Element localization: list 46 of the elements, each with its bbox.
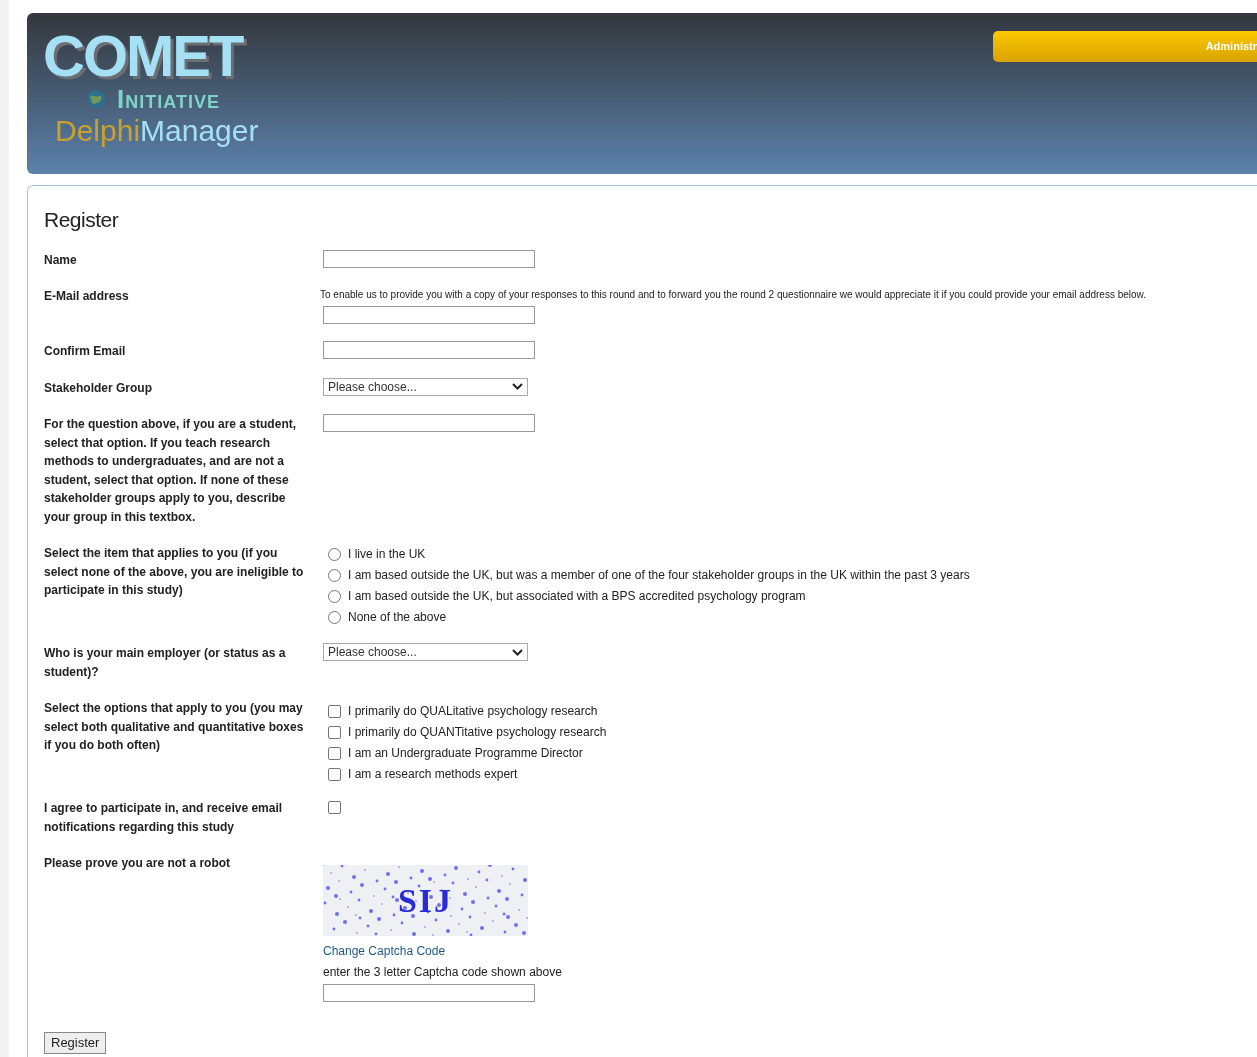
field-label: Please prove you are not a robot (44, 855, 232, 872)
field-label: Select the options that apply to you (you may select both qualitative and quantitative boxes if you do both often) (44, 700, 305, 754)
dropdown[interactable]: Please choose... (323, 643, 528, 661)
field-label: Stakeholder Group (44, 379, 154, 397)
chevron-down-icon (512, 648, 523, 656)
radio-button[interactable] (328, 589, 341, 603)
field-label: I agree to participate in, and receive email notifications regarding this study (44, 800, 284, 836)
register-button[interactable]: Register (44, 1031, 107, 1054)
logo-product-prefix: Delphi (55, 113, 141, 149)
field-label: Confirm Email (44, 343, 127, 360)
radio-button[interactable] (328, 547, 341, 561)
input-field[interactable] (323, 414, 535, 432)
field-label: Select the item that applies to you (if you select none of the above, you are ineligible to participate in this study) (44, 545, 305, 599)
input-field[interactable] (323, 984, 535, 1002)
checkbox[interactable] (328, 704, 341, 718)
field-label: E-Mail address (44, 288, 130, 305)
radio-label: None of the above (348, 609, 447, 626)
help-text: To enable us to provide you with a copy of your responses to this round and to forward you the round 2 questionnaire we would appreciate it if you could provide your email address below. (320, 288, 1147, 302)
checkbox[interactable] (328, 725, 341, 739)
logo-subtitle: Initiative (117, 85, 220, 113)
radio-label: I live in the UK (348, 546, 426, 563)
page-title: Register (44, 207, 120, 233)
checkbox-label: I primarily do QUANTitative psychology research (348, 724, 607, 741)
checkbox-label: I primarily do QUALitative psychology research (348, 703, 598, 720)
checkbox[interactable] (328, 746, 341, 760)
input-field[interactable] (323, 249, 535, 268)
dropdown[interactable]: Please choose... (323, 377, 528, 396)
field-label: For the question above, if you are a student, select that option. If you teach research methods to undergraduates, and are not a student, select that option. If none of these stakeholder groups apply to you, describe your group in this textbox. (44, 416, 298, 526)
field-label: Who is your main employer (or status as a student)? (44, 645, 287, 681)
logo-product-suffix: Manager (140, 113, 259, 149)
input-field[interactable] (323, 306, 535, 324)
checkbox[interactable] (328, 767, 341, 781)
radio-label: I am based outside the UK, but was a member of one of the four stakeholder groups in the UK within the past 3 years (348, 567, 970, 584)
radio-button[interactable] (328, 610, 341, 624)
captcha-image: SIJ (323, 865, 528, 936)
input-field[interactable] (323, 341, 535, 359)
field-label: Name (44, 251, 78, 269)
captcha-instruction: enter the 3 letter Captcha code shown above (323, 964, 562, 981)
change-captcha-link[interactable]: Change Captcha Code (323, 942, 562, 960)
logo-title: COMET (43, 27, 243, 85)
checkbox[interactable] (328, 801, 341, 814)
radio-button[interactable] (328, 568, 341, 582)
chevron-down-icon (512, 383, 523, 390)
checkbox-label: I am an Undergraduate Programme Director (348, 745, 583, 762)
checkbox-label: I am a research methods expert (348, 766, 518, 783)
radio-label: I am based outside the UK, but associated with a BPS accredited psychology program (348, 588, 806, 605)
